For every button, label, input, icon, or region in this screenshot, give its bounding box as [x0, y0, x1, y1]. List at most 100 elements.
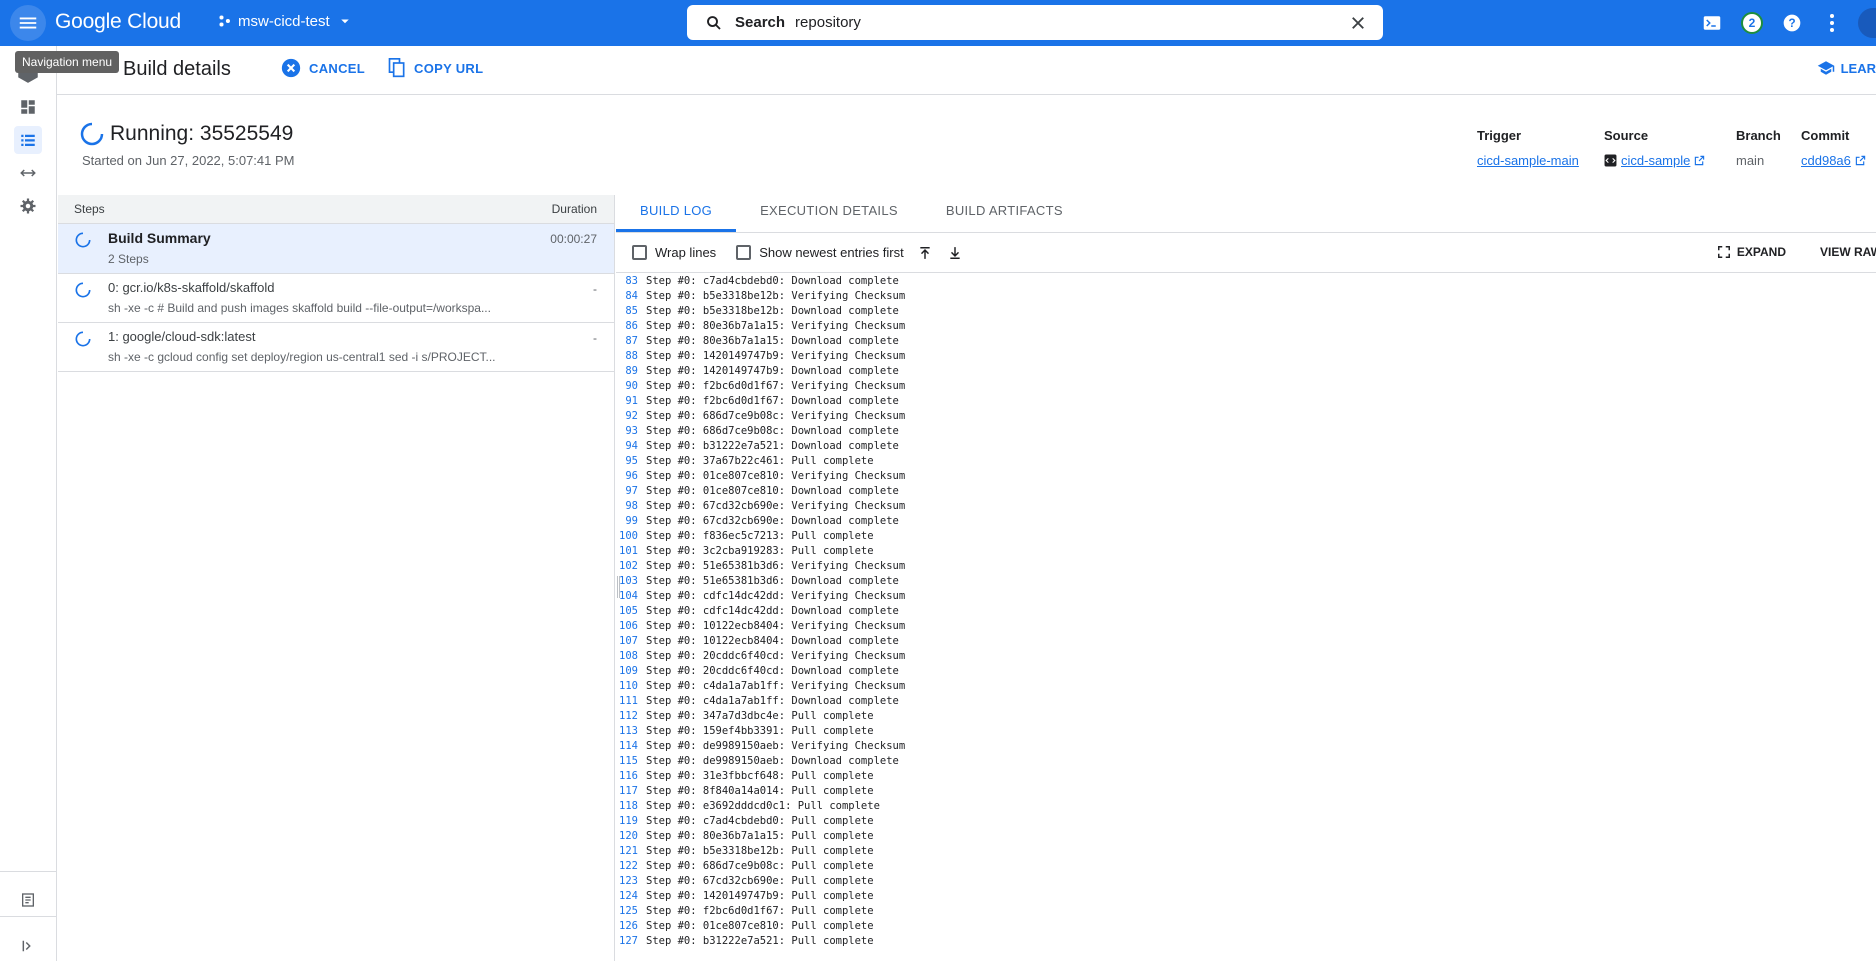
- build-title: Running: 35525549: [110, 122, 294, 145]
- log-line-number[interactable]: 122: [616, 859, 646, 874]
- avatar[interactable]: [1858, 8, 1876, 38]
- log-line-number[interactable]: 100: [616, 529, 646, 544]
- navigation-menu-button[interactable]: [10, 5, 46, 41]
- log-line-number[interactable]: 90: [616, 379, 646, 394]
- copy-url-button[interactable]: COPY URL: [388, 58, 483, 78]
- notifications-button[interactable]: 2: [1732, 0, 1772, 46]
- log-line-number[interactable]: 85: [616, 304, 646, 319]
- settings-gear-icon[interactable]: [14, 192, 42, 220]
- search-bar[interactable]: Search repository: [687, 5, 1383, 40]
- scroll-to-bottom-icon[interactable]: [948, 246, 962, 260]
- log-line: 127 Step #0: b31222e7a521: Pull complete: [616, 934, 1876, 949]
- log-line-number[interactable]: 111: [616, 694, 646, 709]
- triggers-icon[interactable]: [14, 159, 42, 187]
- google-cloud-logo[interactable]: Google Cloud: [55, 10, 181, 34]
- log-line: 114 Step #0: de9989150aeb: Verifying Chec…: [616, 739, 1876, 754]
- checkbox-box[interactable]: [736, 245, 752, 260]
- log-line-text: Step #0: 67cd32cb690e: Verifying Checksu…: [646, 500, 906, 512]
- log-line-number[interactable]: 99: [616, 514, 646, 529]
- checkbox-box[interactable]: [632, 245, 647, 260]
- log-line-number[interactable]: 110: [616, 679, 646, 694]
- log-line-number[interactable]: 117: [616, 784, 646, 799]
- search-input[interactable]: repository: [795, 14, 1349, 31]
- cloud-shell-icon[interactable]: [1692, 0, 1732, 46]
- log-line-number[interactable]: 97: [616, 484, 646, 499]
- log-panel: BUILD LOG EXECUTION DETAILS BUILD ARTIFA…: [616, 195, 1876, 961]
- log-line-number[interactable]: 114: [616, 739, 646, 754]
- tab-execution-details[interactable]: EXECUTION DETAILS: [736, 203, 922, 232]
- trigger-link[interactable]: cicd-sample-main: [1477, 153, 1579, 168]
- log-line-number[interactable]: 127: [616, 934, 646, 949]
- log-line-number[interactable]: 115: [616, 754, 646, 769]
- log-line-number[interactable]: 123: [616, 874, 646, 889]
- wrap-lines-checkbox[interactable]: Wrap lines: [632, 245, 716, 260]
- clear-search-icon[interactable]: [1349, 14, 1367, 32]
- log-line-number[interactable]: 126: [616, 919, 646, 934]
- dashboard-icon[interactable]: [14, 93, 42, 121]
- log-line-number[interactable]: 83: [616, 274, 646, 289]
- learn-button[interactable]: LEAR: [1817, 60, 1876, 76]
- more-options-icon[interactable]: [1812, 0, 1852, 46]
- log-line-number[interactable]: 120: [616, 829, 646, 844]
- log-line-number[interactable]: 94: [616, 439, 646, 454]
- log-line-number[interactable]: 102: [616, 559, 646, 574]
- step-0-skaffold[interactable]: 0: gcr.io/k8s-skaffold/skaffold sh -xe -…: [58, 274, 614, 323]
- tab-build-artifacts[interactable]: BUILD ARTIFACTS: [922, 203, 1087, 232]
- log-line-number[interactable]: 89: [616, 364, 646, 379]
- show-newest-checkbox[interactable]: Show newest entries first: [736, 245, 904, 260]
- log-line-number[interactable]: 98: [616, 499, 646, 514]
- log-line-number[interactable]: 118: [616, 799, 646, 814]
- branch-label: Branch: [1736, 128, 1781, 143]
- source-name: cicd-sample: [1621, 153, 1691, 168]
- running-spinner-icon: [80, 122, 104, 146]
- log-line-number[interactable]: 91: [616, 394, 646, 409]
- log-line-number[interactable]: 108: [616, 649, 646, 664]
- log-line-number[interactable]: 116: [616, 769, 646, 784]
- log-line-number[interactable]: 124: [616, 889, 646, 904]
- log-line-number[interactable]: 87: [616, 334, 646, 349]
- log-line-number[interactable]: 119: [616, 814, 646, 829]
- log-line-number[interactable]: 88: [616, 349, 646, 364]
- expand-button[interactable]: EXPAND: [1717, 245, 1786, 259]
- log-line-number[interactable]: 95: [616, 454, 646, 469]
- log-line-text: Step #0: 80e36b7a1a15: Verifying Checksu…: [646, 320, 906, 332]
- log-line-number[interactable]: 84: [616, 289, 646, 304]
- log-line-number[interactable]: 86: [616, 319, 646, 334]
- log-line-number[interactable]: 109: [616, 664, 646, 679]
- log-line-number[interactable]: 112: [616, 709, 646, 724]
- step-1-cloud-sdk[interactable]: 1: google/cloud-sdk:latest sh -xe -c gcl…: [58, 323, 614, 372]
- scroll-to-top-icon[interactable]: [918, 246, 932, 260]
- step-build-summary[interactable]: Build Summary 2 Steps 00:00:27: [58, 224, 614, 274]
- view-raw-button[interactable]: VIEW RAW: [1820, 245, 1876, 259]
- help-icon[interactable]: ?: [1772, 0, 1812, 46]
- tab-build-log[interactable]: BUILD LOG: [616, 203, 737, 232]
- log-line-number[interactable]: 104: [616, 589, 646, 604]
- expand-rail-icon[interactable]: [14, 932, 42, 960]
- log-line: 119 Step #0: c7ad4cbdebd0: Pull complete: [616, 814, 1876, 829]
- project-nodes-icon: [219, 15, 230, 27]
- log-line-number[interactable]: 125: [616, 904, 646, 919]
- log-line-number[interactable]: 92: [616, 409, 646, 424]
- log-line-text: Step #0: 686d7ce9b08c: Pull complete: [646, 860, 874, 872]
- log-line-number[interactable]: 103: [616, 574, 646, 589]
- learn-label: LEAR: [1840, 60, 1876, 76]
- log-line: 88 Step #0: 1420149747b9: Verifying Check…: [616, 349, 1876, 364]
- history-list-icon[interactable]: [14, 126, 42, 154]
- log-line-number[interactable]: 107: [616, 634, 646, 649]
- log-line-number[interactable]: 101: [616, 544, 646, 559]
- commit-link[interactable]: cdd98a6: [1801, 153, 1866, 168]
- build-log-output[interactable]: 83 Step #0: c7ad4cbdebd0: Download comple…: [616, 274, 1876, 961]
- log-line-number[interactable]: 121: [616, 844, 646, 859]
- log-line-number[interactable]: 106: [616, 619, 646, 634]
- log-line-number[interactable]: 96: [616, 469, 646, 484]
- menu-icon: [19, 17, 37, 29]
- log-line: 106 Step #0: 10122ecb8404: Verifying Chec…: [616, 619, 1876, 634]
- release-notes-icon[interactable]: [14, 886, 42, 914]
- project-picker[interactable]: msw-cicd-test: [218, 12, 354, 30]
- cancel-button[interactable]: CANCEL: [281, 58, 365, 78]
- source-link[interactable]: cicd-sample: [1604, 153, 1705, 168]
- log-line-text: Step #0: 80e36b7a1a15: Pull complete: [646, 830, 874, 842]
- log-line-number[interactable]: 93: [616, 424, 646, 439]
- log-line-number[interactable]: 113: [616, 724, 646, 739]
- log-line-number[interactable]: 105: [616, 604, 646, 619]
